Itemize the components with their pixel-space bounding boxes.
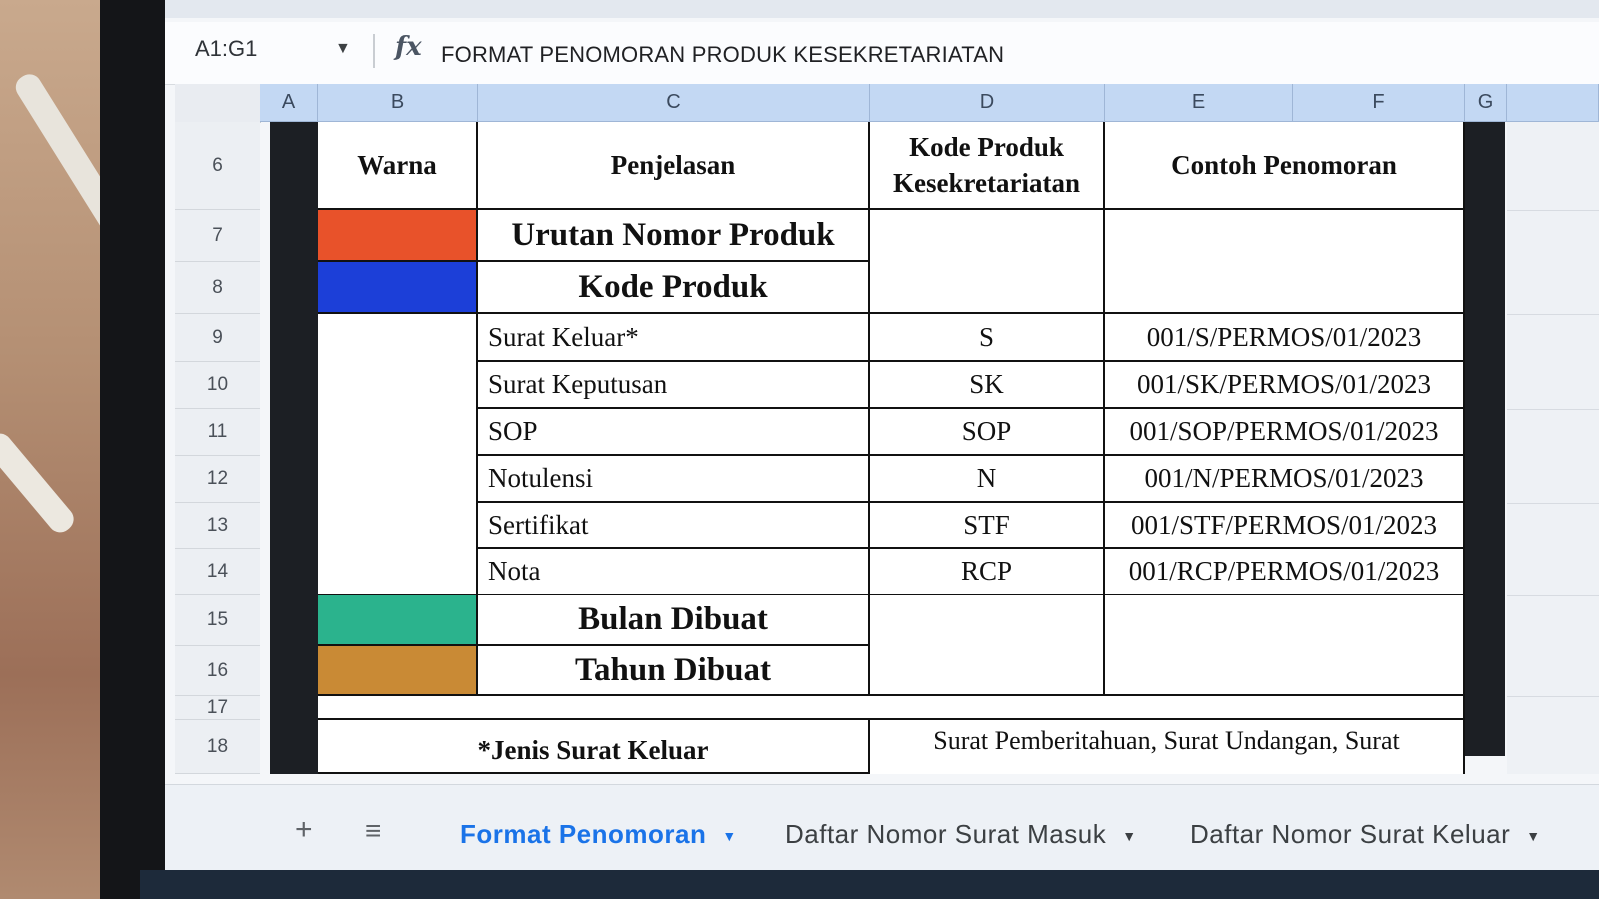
row-header[interactable]: 8 — [175, 262, 260, 314]
header-kode-line1: Kode Produk — [909, 132, 1064, 162]
name-box[interactable]: A1:G1 — [195, 36, 257, 62]
item-contoh[interactable]: 001/S/PERMOS/01/2023 — [1105, 314, 1465, 362]
row-header[interactable]: 15 — [175, 595, 260, 646]
merged-cell-contoh-blank[interactable] — [1105, 595, 1465, 696]
color-swatch-kode[interactable] — [318, 262, 478, 314]
item-penjelasan[interactable]: Nota — [478, 549, 870, 596]
item-penjelasan[interactable]: Surat Keputusan — [478, 362, 870, 409]
row-header[interactable]: 7 — [175, 210, 260, 262]
name-box-dropdown-icon[interactable]: ▼ — [335, 40, 351, 58]
empty-cells — [1507, 122, 1599, 774]
item-contoh[interactable]: 001/SK/PERMOS/01/2023 — [1105, 362, 1465, 409]
row-header[interactable]: 16 — [175, 646, 260, 696]
merged-cell-contoh-blank[interactable] — [1105, 210, 1465, 314]
toolbar-strip — [165, 0, 1599, 18]
item-contoh[interactable]: 001/N/PERMOS/01/2023 — [1105, 456, 1465, 503]
tab-label: Format Penomoran — [460, 819, 707, 849]
formula-bar-divider — [373, 34, 375, 68]
row-header[interactable]: 14 — [175, 549, 260, 595]
spreadsheet-window: A1:G1 ▼ fx FORMAT PENOMORAN PRODUK KESEK… — [165, 0, 1599, 872]
item-kode[interactable]: SK — [870, 362, 1105, 409]
spacer-row[interactable] — [318, 696, 1465, 720]
chevron-down-icon[interactable]: ▼ — [1526, 828, 1540, 844]
column-g-fill — [1465, 122, 1505, 756]
select-all-corner[interactable] — [175, 84, 261, 123]
item-penjelasan[interactable]: Surat Keluar* — [478, 314, 870, 362]
item-kode[interactable]: STF — [870, 503, 1105, 549]
header-contoh-penomoran[interactable]: Contoh Penomoran — [1105, 122, 1465, 210]
item-kode[interactable]: SOP — [870, 409, 1105, 456]
header-penjelasan[interactable]: Penjelasan — [478, 122, 870, 210]
monitor-bezel-bottom — [140, 870, 1599, 899]
row-header[interactable]: 6 — [175, 122, 260, 210]
formula-bar: A1:G1 ▼ fx FORMAT PENOMORAN PRODUK KESEK… — [165, 22, 1599, 85]
gridline — [1507, 314, 1599, 315]
all-sheets-list-icon[interactable]: ≡ — [365, 815, 381, 847]
row-header[interactable]: 18 — [175, 720, 260, 774]
item-contoh[interactable]: 001/STF/PERMOS/01/2023 — [1105, 503, 1465, 549]
footnote-text: Surat Pemberitahuan, Surat Undangan, Sur… — [933, 726, 1400, 755]
chevron-down-icon[interactable]: ▼ — [722, 828, 736, 844]
add-sheet-icon[interactable]: + — [295, 813, 313, 847]
item-penjelasan[interactable]: Notulensi — [478, 456, 870, 503]
item-contoh[interactable]: 001/SOP/PERMOS/01/2023 — [1105, 409, 1465, 456]
row-header[interactable]: 13 — [175, 503, 260, 549]
tab-daftar-nomor-surat-masuk[interactable]: Daftar Nomor Surat Masuk ▼ — [785, 819, 1137, 850]
column-header-f[interactable]: F — [1293, 84, 1465, 122]
section-bulan-dibuat[interactable]: Bulan Dibuat — [478, 595, 870, 646]
fx-icon: fx — [395, 32, 422, 62]
header-kode-produk[interactable]: Kode Produk Kesekretariatan — [870, 122, 1105, 210]
gridline — [1507, 696, 1599, 697]
column-header-c[interactable]: C — [478, 84, 870, 122]
column-header-e[interactable]: E — [1105, 84, 1293, 122]
gridline — [1507, 503, 1599, 504]
section-tahun-dibuat[interactable]: Tahun Dibuat — [478, 646, 870, 696]
formula-input[interactable]: FORMAT PENOMORAN PRODUK KESEKRETARIATAN — [441, 42, 1004, 68]
warna-blank-cell[interactable] — [318, 314, 478, 596]
merged-cell-kode-blank[interactable] — [870, 595, 1105, 696]
row-header[interactable]: 9 — [175, 314, 260, 362]
tab-daftar-nomor-surat-keluar[interactable]: Daftar Nomor Surat Keluar ▼ — [1190, 819, 1541, 850]
row-header[interactable]: 11 — [175, 409, 260, 456]
item-penjelasan[interactable]: Sertifikat — [478, 503, 870, 549]
item-kode[interactable]: N — [870, 456, 1105, 503]
column-header-g[interactable]: G — [1465, 84, 1507, 122]
column-header-blank — [1507, 84, 1599, 122]
header-warna[interactable]: Warna — [318, 122, 478, 210]
footnote-text-cell[interactable]: Surat Pemberitahuan, Surat Undangan, Sur… — [870, 720, 1465, 774]
sheet-tab-bar: + ≡ Format Penomoran ▼ Daftar Nomor Surat… — [165, 784, 1599, 872]
item-kode[interactable]: S — [870, 314, 1105, 362]
item-penjelasan[interactable]: SOP — [478, 409, 870, 456]
column-a-fill — [270, 122, 318, 774]
item-contoh[interactable]: 001/RCP/PERMOS/01/2023 — [1105, 549, 1465, 596]
section-urutan[interactable]: Urutan Nomor Produk — [478, 210, 870, 262]
row-header[interactable]: 12 — [175, 456, 260, 503]
row-header[interactable]: 17 — [175, 696, 260, 720]
tab-format-penomoran[interactable]: Format Penomoran ▼ — [460, 819, 737, 850]
footnote-label-cell[interactable]: *Jenis Surat Keluar — [318, 720, 870, 774]
merged-cell-kode-blank[interactable] — [870, 210, 1105, 314]
column-header-d[interactable]: D — [870, 84, 1105, 122]
column-header-a[interactable]: A — [260, 84, 318, 122]
gridline — [1507, 595, 1599, 596]
sheet-grid: A B C D E F G 6 7 8 9 10 11 12 13 14 15 … — [175, 84, 1599, 784]
row-header[interactable]: 10 — [175, 362, 260, 409]
tab-label: Daftar Nomor Surat Keluar — [1190, 819, 1511, 849]
gridline — [1507, 210, 1599, 211]
header-kode-line2: Kesekretariatan — [893, 168, 1080, 198]
color-swatch-bulan[interactable] — [318, 595, 478, 646]
column-header-b[interactable]: B — [318, 84, 478, 122]
item-kode[interactable]: RCP — [870, 549, 1105, 596]
tab-label: Daftar Nomor Surat Masuk — [785, 819, 1107, 849]
section-kode-produk[interactable]: Kode Produk — [478, 262, 870, 314]
chevron-down-icon[interactable]: ▼ — [1122, 828, 1136, 844]
color-swatch-urutan[interactable] — [318, 210, 478, 262]
color-swatch-tahun[interactable] — [318, 646, 478, 696]
gridline — [1507, 409, 1599, 410]
footnote-label: *Jenis Surat Keluar — [477, 735, 709, 765]
